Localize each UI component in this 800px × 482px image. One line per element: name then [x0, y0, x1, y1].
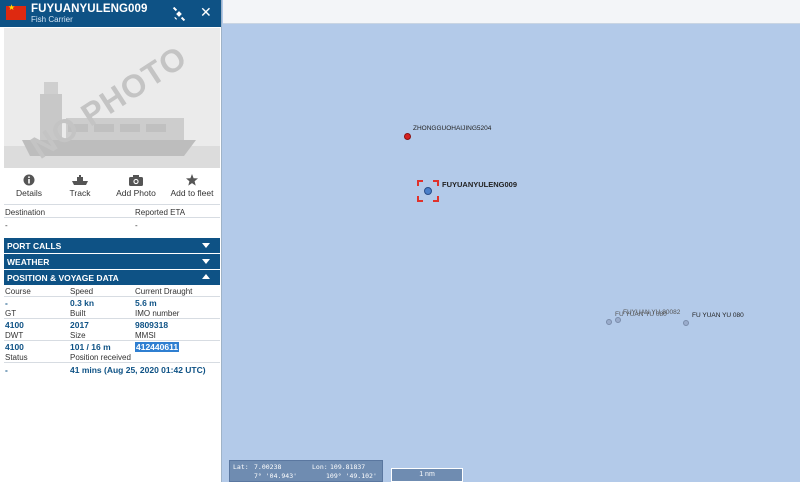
add-photo-label: Add Photo — [116, 188, 156, 198]
track-label: Track — [69, 188, 91, 198]
built-label: Built — [70, 309, 86, 318]
course-value: - — [5, 298, 8, 308]
weather-section[interactable]: WEATHER — [4, 254, 220, 269]
destination-label: Destination — [5, 208, 46, 217]
port-calls-section[interactable]: PORT CALLS — [4, 238, 220, 253]
imo-label: IMO number — [135, 309, 180, 318]
position-voyage-section[interactable]: POSITION & VOYAGE DATA — [4, 270, 220, 285]
action-bar: Details Track Add Photo Add to fleet — [0, 172, 222, 204]
track-button[interactable]: Track — [52, 172, 108, 198]
star-icon — [186, 174, 198, 186]
draught-value: 5.6 m — [135, 298, 157, 308]
ship-marker[interactable] — [606, 319, 612, 325]
mmsi-label: MMSI — [135, 331, 156, 340]
dwt-value: 4100 — [5, 342, 24, 352]
status-value: - — [5, 365, 8, 375]
map-top-bar — [223, 0, 800, 24]
ship-marker[interactable] — [683, 320, 689, 326]
chevron-up-icon — [202, 274, 210, 279]
panel-header: ★ FUYUANYULENG009 Fish Carrier ✕ — [0, 0, 221, 27]
size-label: Size — [70, 331, 86, 340]
lon-dms: 109° '49.102' — [326, 472, 377, 480]
divider — [4, 362, 220, 363]
ship-label: FU YUAN YU 080 — [692, 312, 744, 319]
china-flag-icon: ★ — [6, 4, 26, 20]
add-photo-button[interactable]: Add Photo — [108, 172, 164, 198]
mmsi-value[interactable]: 412440611 — [135, 342, 180, 352]
eta-label: Reported ETA — [135, 208, 186, 217]
details-label: Details — [16, 188, 42, 198]
position-received-value: 41 mins (Aug 25, 2020 01:42 UTC) — [70, 365, 206, 375]
position-received-label: Position received — [70, 353, 131, 362]
course-label: Course — [5, 287, 31, 296]
lon-label: Lon: — [312, 463, 328, 471]
vessel-info-panel: ★ FUYUANYULENG009 Fish Carrier ✕ NO PHOT… — [0, 0, 222, 482]
status-label: Status — [5, 353, 28, 362]
vessel-type: Fish Carrier — [31, 15, 73, 24]
weather-title: WEATHER — [7, 257, 50, 267]
speed-value: 0.3 kn — [70, 298, 95, 308]
coordinate-readout: Lat: 7.00238 Lon: 109.81837 7° '04.943' … — [229, 460, 383, 482]
position-voyage-title: POSITION & VOYAGE DATA — [7, 273, 119, 283]
ship-label: ZHONGGUOHAIJING5204 — [413, 125, 492, 132]
ship-marker[interactable] — [404, 133, 411, 140]
vessel-photo-placeholder: NO PHOTO — [4, 28, 220, 168]
speed-label: Speed — [70, 287, 94, 296]
chevron-down-icon — [202, 243, 210, 248]
lat-value: 7.00238 — [254, 463, 282, 471]
lat-label: Lat: — [233, 463, 249, 471]
size-value: 101 / 16 m — [70, 342, 111, 352]
built-value: 2017 — [70, 320, 89, 330]
draught-label: Current Draught — [135, 287, 193, 296]
chevron-down-icon — [202, 259, 210, 264]
selected-ship-marker[interactable] — [424, 187, 432, 195]
add-to-fleet-button[interactable]: Add to fleet — [164, 172, 220, 198]
divider — [4, 318, 220, 319]
add-to-fleet-label: Add to fleet — [170, 188, 214, 198]
divider — [4, 296, 220, 297]
scale-bar: 1 nm — [391, 468, 463, 482]
details-button[interactable]: Details — [1, 172, 57, 198]
close-icon[interactable]: ✕ — [200, 4, 212, 21]
divider — [4, 217, 220, 218]
imo-value: 9809318 — [135, 320, 169, 330]
lon-value: 109.81837 — [330, 463, 366, 471]
destination-value: - — [5, 221, 8, 230]
vessel-name: FUYUANYULENG009 — [31, 3, 148, 15]
eta-value: - — [135, 221, 138, 230]
dwt-label: DWT — [5, 331, 24, 340]
satellite-icon[interactable] — [172, 7, 186, 21]
map-canvas[interactable]: ZHONGGUOHAIJING5204 FUYUANYULENG009 FUYU… — [223, 0, 800, 482]
selected-ship-label: FUYUANYULENG009 — [442, 180, 518, 189]
camera-icon — [129, 175, 143, 186]
port-calls-title: PORT CALLS — [7, 241, 62, 251]
lat-dms: 7° '04.943' — [254, 472, 298, 480]
divider — [4, 204, 220, 205]
ship-label: FU YUAN YU 080 — [615, 311, 667, 318]
divider — [4, 340, 220, 341]
info-icon — [23, 174, 35, 186]
gt-value: 4100 — [5, 320, 24, 330]
gt-label: GT — [5, 309, 17, 318]
ship-track-icon — [72, 175, 88, 185]
